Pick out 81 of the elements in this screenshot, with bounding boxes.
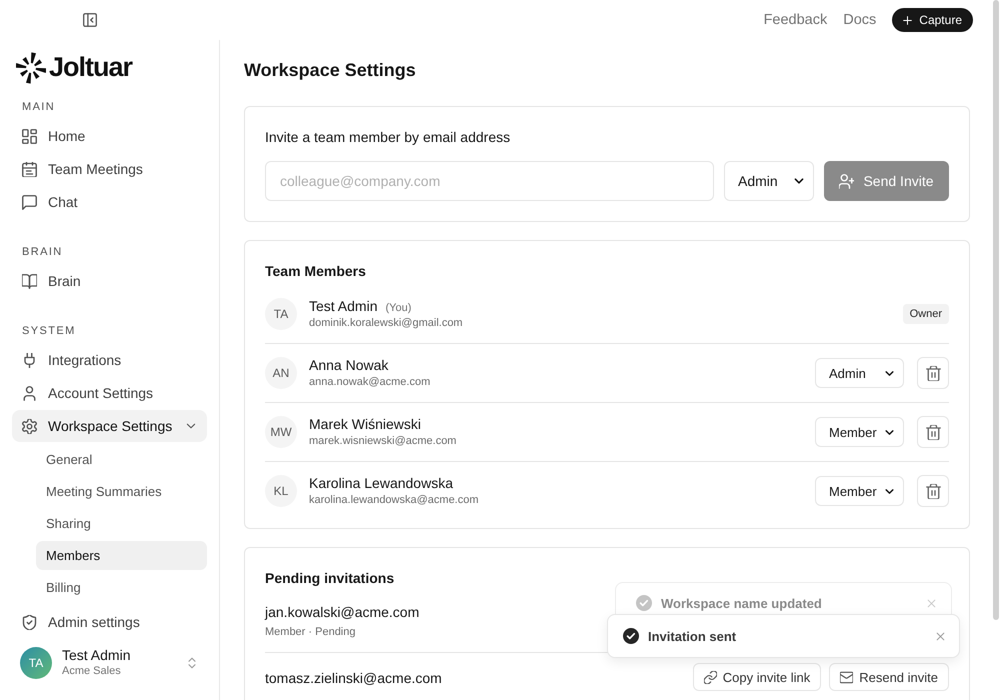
member-email: marek.wisniewski@acme.com (309, 434, 456, 449)
link-icon (704, 670, 717, 684)
role-badge: Owner (902, 304, 949, 324)
sidebar-item[interactable]: Brain (12, 265, 207, 297)
book-icon (22, 274, 37, 288)
invite-email: jan.kowalski@acme.com (265, 603, 420, 622)
sidebar-item[interactable]: Chat (12, 186, 207, 218)
capture-button[interactable]: Capture (892, 8, 973, 32)
brand-name: Joltuar (49, 52, 132, 83)
chat-bubble-icon (22, 194, 37, 210)
member-avatar: TA (265, 298, 297, 330)
sidebar-subitem[interactable]: General (36, 445, 207, 474)
sidebar-item[interactable]: Account Settings (12, 377, 207, 409)
toast-message: Invitation sent (648, 628, 736, 644)
card-heading: Pending invitations (265, 569, 396, 588)
section-heading: MAIN (22, 100, 56, 115)
role-select[interactable]: Admin (724, 161, 814, 201)
role-select[interactable]: Member (815, 417, 904, 447)
delete-button[interactable] (917, 475, 949, 507)
sidebar-item[interactable]: Admin settings (12, 606, 207, 638)
close-icon (935, 630, 946, 642)
gear-icon (22, 418, 37, 434)
sidebar-subitem[interactable]: Meeting Summaries (36, 477, 207, 506)
page-title: Workspace Settings (244, 59, 417, 82)
trash-icon (926, 366, 940, 380)
member-avatar: AN (265, 357, 297, 389)
email-input[interactable]: colleague@company.com (265, 161, 714, 201)
shield-check-icon (22, 614, 37, 630)
chevrons-up-down-icon[interactable] (186, 656, 198, 668)
delete-button[interactable] (917, 416, 949, 448)
role-select[interactable]: Member (815, 476, 904, 506)
card-heading: Invite a team member by email address (265, 128, 512, 147)
check-circle-icon (623, 628, 639, 644)
invite-email: tomasz.zielinski@acme.com (265, 669, 442, 688)
member-name: Karolina Lewandowska (309, 474, 453, 492)
delete-button[interactable] (917, 357, 949, 389)
sidebar-item[interactable]: Workspace Settings (12, 410, 207, 442)
member-avatar: MW (265, 416, 297, 448)
mail-icon (840, 670, 854, 684)
scrollbar-thumb[interactable] (993, 0, 999, 620)
member-name: Marek Wiśniewski (309, 415, 422, 433)
section-heading: SYSTEM (22, 324, 76, 339)
close-icon (926, 598, 937, 608)
member-name: Anna Nowak (309, 356, 388, 374)
grid-icon (22, 128, 37, 144)
organization-name: Acme Sales (62, 664, 122, 679)
member-email: karolina.lewandowska@acme.com (309, 493, 479, 508)
member-avatar: KL (265, 475, 297, 507)
member-name: Test Admin (309, 297, 378, 315)
calendar-icon (22, 162, 37, 176)
sidebar-item[interactable]: Home (12, 120, 207, 152)
header-link[interactable]: Docs (843, 12, 876, 28)
collapse-sidebar-button[interactable] (83, 13, 97, 27)
invite-status: Member · Pending (265, 625, 356, 640)
role-select[interactable]: Admin (815, 358, 904, 388)
header-link[interactable]: Feedback (764, 12, 828, 28)
close-button[interactable] (935, 630, 946, 642)
plug-icon (22, 352, 37, 368)
check-circle-icon (636, 595, 652, 611)
user-icon (22, 386, 37, 400)
invite-action-button[interactable]: Resend invite (829, 663, 949, 691)
sidebar-subitem[interactable]: Sharing (36, 509, 207, 538)
invite-action-button[interactable]: Copy invite link (692, 663, 822, 691)
member-email: anna.nowak@acme.com (309, 375, 430, 390)
member-note: (You) (385, 302, 412, 314)
toast-message: Workspace name updated (661, 596, 822, 610)
sidebar-item[interactable]: Team Meetings (12, 153, 207, 185)
starburst-logo-icon (16, 50, 46, 84)
section-heading: BRAIN (22, 245, 63, 260)
sidebar-subitem[interactable]: Billing (36, 573, 207, 602)
sidebar-panel-icon (83, 13, 97, 27)
user-plus-icon (839, 174, 854, 188)
card-heading: Team Members (265, 262, 367, 281)
sidebar-subitem[interactable]: Members (36, 541, 207, 570)
user-avatar: TA (20, 646, 52, 678)
trash-icon (926, 484, 940, 498)
member-email: dominik.koralewski@gmail.com (309, 316, 463, 331)
user-name: Test Admin (62, 646, 130, 664)
sidebar-item[interactable]: Integrations (12, 344, 207, 376)
trash-icon (926, 424, 940, 440)
plus-icon (902, 14, 914, 26)
